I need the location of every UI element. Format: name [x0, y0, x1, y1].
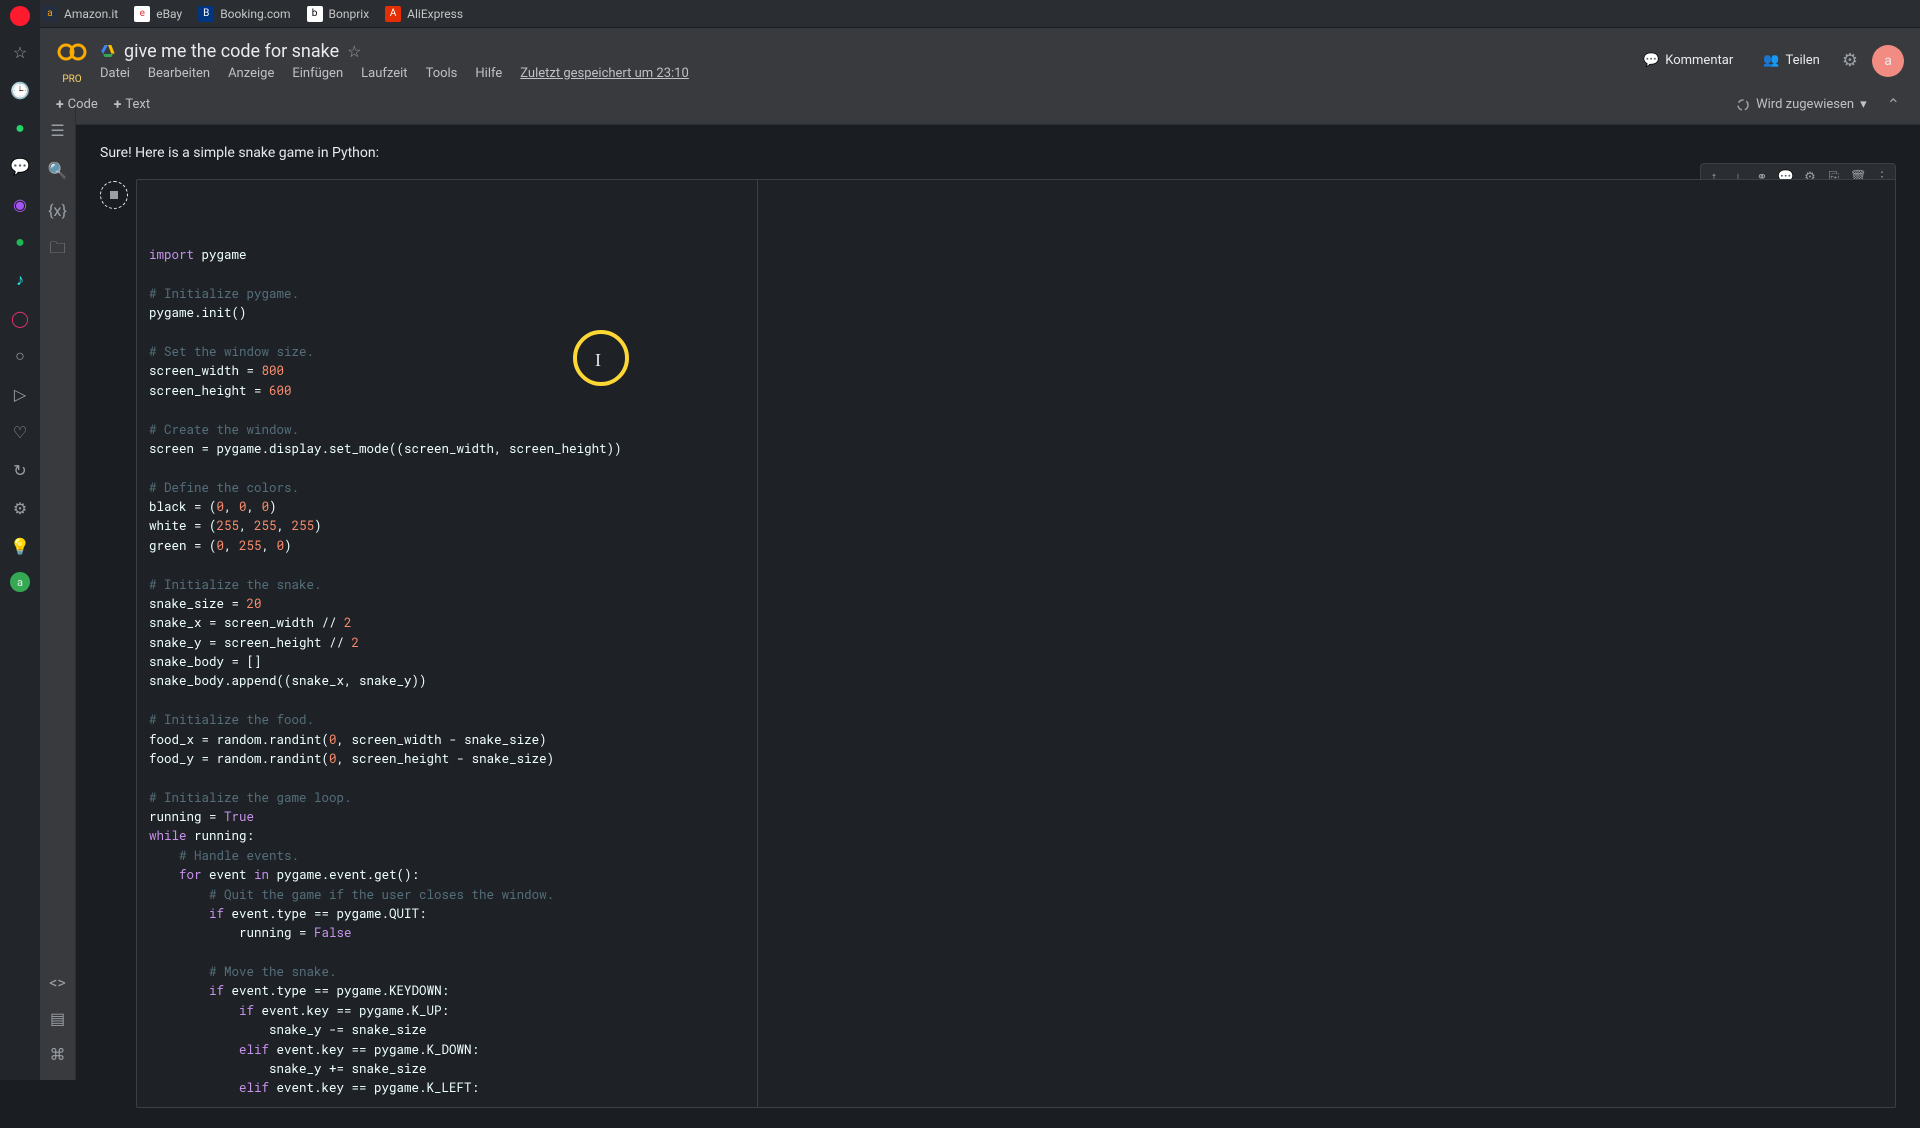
add-text-button[interactable]: +Text: [114, 97, 150, 113]
comment-icon: 💬: [1643, 53, 1659, 68]
document-title[interactable]: give me the code for snake: [124, 41, 339, 62]
autosave-status[interactable]: Zuletzt gespeichert um 23:10: [520, 66, 689, 81]
toolbar: +Code +Text Wird zugewiesen ▾ ⌃: [40, 85, 1920, 125]
bookmark-booking[interactable]: BBooking.com: [198, 6, 290, 22]
play-icon[interactable]: ▷: [8, 382, 32, 406]
user-avatar-icon[interactable]: a: [10, 572, 30, 592]
gear-icon[interactable]: ⚙: [1842, 50, 1858, 71]
bookmark-ebay[interactable]: eeBay: [134, 6, 182, 22]
opera-logo-icon[interactable]: [10, 6, 30, 26]
code-editor[interactable]: import pygame # Initialize pygame.pygame…: [136, 179, 1896, 1108]
search-icon[interactable]: 🔍: [48, 160, 68, 180]
files-icon[interactable]: 🗀: [48, 240, 68, 260]
star-outline-icon[interactable]: ☆: [8, 40, 32, 64]
pro-badge: PRO: [56, 74, 88, 85]
messenger-icon[interactable]: ◉: [8, 192, 32, 216]
menu-bar: Datei Bearbeiten Anzeige Einfügen Laufze…: [100, 66, 689, 81]
tiktok-icon[interactable]: ♪: [8, 268, 32, 292]
share-button[interactable]: 👥Teilen: [1755, 47, 1828, 74]
output-divider: [757, 180, 758, 1107]
bookmark-amazon[interactable]: aAmazon.it: [42, 6, 118, 22]
bookmark-bar: aAmazon.it eeBay BBooking.com bBonprix A…: [0, 0, 1920, 28]
bookmark-bonprix[interactable]: bBonprix: [307, 6, 370, 22]
circle-icon[interactable]: ○: [8, 344, 32, 368]
code-cell[interactable]: ↑ ↓ ⚭ 💬 ⚙ ⎘ 🗑 ⋮ import pygame # Initiali…: [100, 179, 1896, 1108]
whatsapp-icon[interactable]: ●: [8, 116, 32, 140]
clock-icon[interactable]: 🕒: [8, 78, 32, 102]
code-snippet-icon[interactable]: <>: [48, 972, 68, 992]
run-cell-button[interactable]: [100, 181, 128, 209]
spinner-icon: [1736, 98, 1750, 112]
settings-gear-icon[interactable]: ⚙: [8, 496, 32, 520]
chat-icon[interactable]: 💬: [8, 154, 32, 178]
heart-icon[interactable]: ♡: [8, 420, 32, 444]
star-icon[interactable]: ☆: [347, 42, 361, 61]
colab-logo[interactable]: PRO: [56, 36, 88, 85]
people-icon: 👥: [1763, 53, 1779, 68]
instagram-icon[interactable]: ◯: [8, 306, 32, 330]
text-cell[interactable]: Sure! Here is a simple snake game in Pyt…: [100, 145, 1896, 161]
colab-header: PRO give me the code for snake ☆ Datei B…: [40, 28, 1920, 125]
menu-hilfe[interactable]: Hilfe: [475, 66, 502, 81]
drive-icon: [100, 43, 116, 59]
stop-icon: [109, 190, 119, 200]
command-icon[interactable]: ⌘: [48, 1044, 68, 1064]
bookmark-aliexpress[interactable]: AAliExpress: [385, 6, 463, 22]
lightbulb-icon[interactable]: 💡: [8, 534, 32, 558]
notebook-content: Sure! Here is a simple snake game in Pyt…: [76, 125, 1920, 1128]
terminal-icon[interactable]: ▤: [48, 1008, 68, 1028]
toc-icon[interactable]: ☰: [48, 120, 68, 140]
menu-bearbeiten[interactable]: Bearbeiten: [148, 66, 210, 81]
history-icon[interactable]: ↻: [8, 458, 32, 482]
user-avatar[interactable]: a: [1872, 45, 1904, 77]
runtime-status-button[interactable]: Wird zugewiesen ▾: [1728, 93, 1874, 116]
menu-laufzeit[interactable]: Laufzeit: [361, 66, 407, 81]
collapse-icon[interactable]: ⌃: [1883, 91, 1904, 118]
menu-datei[interactable]: Datei: [100, 66, 130, 81]
dropdown-icon: ▾: [1860, 97, 1867, 112]
browser-sidebar: ☆ 🕒 ● 💬 ◉ ● ♪ ◯ ○ ▷ ♡ ↻ ⚙ 💡 a: [0, 0, 40, 1080]
variables-icon[interactable]: {x}: [48, 200, 68, 220]
spotify-icon[interactable]: ●: [8, 230, 32, 254]
comment-button[interactable]: 💬Kommentar: [1635, 47, 1741, 74]
colab-sidebar: ☰ 🔍 {x} 🗀 <> ▤ ⌘: [40, 108, 76, 1080]
menu-tools[interactable]: Tools: [426, 66, 458, 81]
menu-anzeige[interactable]: Anzeige: [228, 66, 274, 81]
menu-einfuegen[interactable]: Einfügen: [292, 66, 343, 81]
